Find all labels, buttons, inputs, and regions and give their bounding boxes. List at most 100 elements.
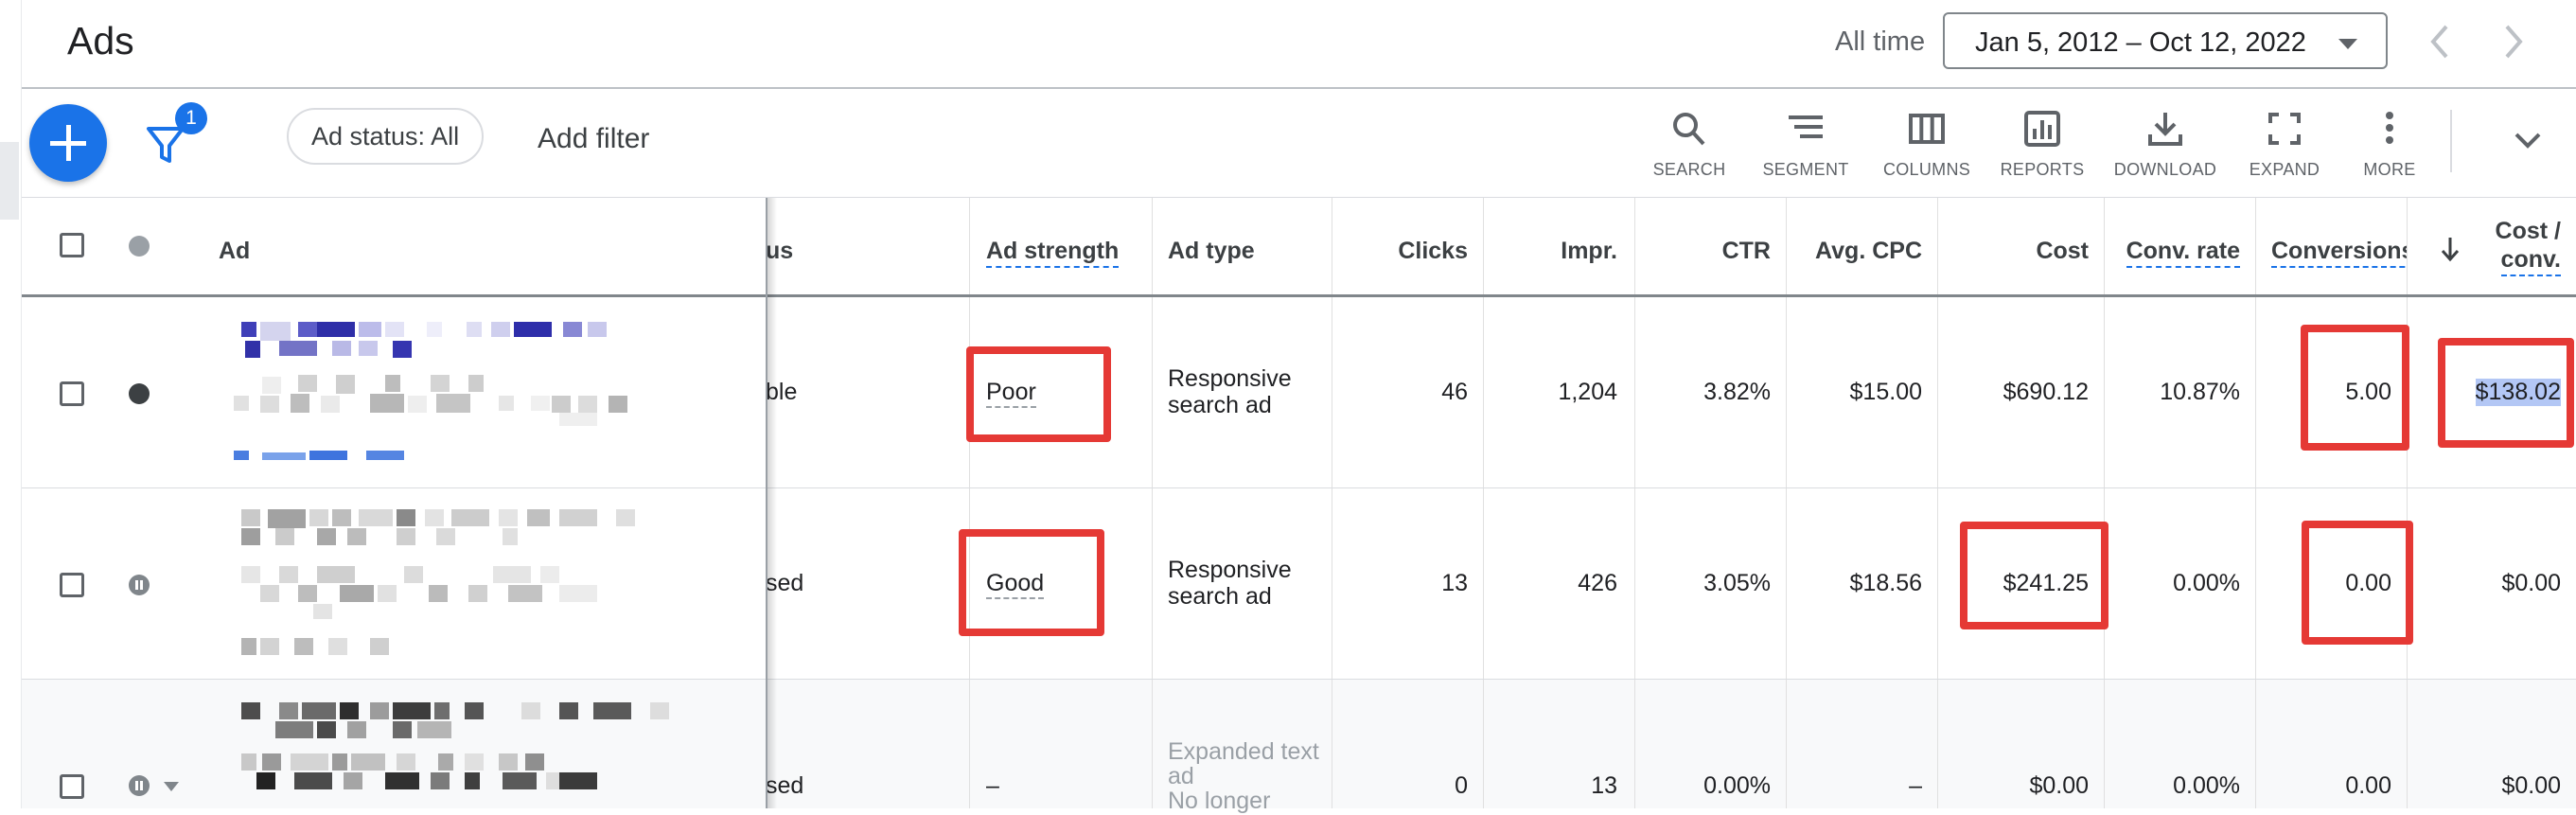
segment-button[interactable]: SEGMENT [1744, 110, 1867, 186]
conversions-value: 0.00 [2345, 772, 2391, 799]
download-icon [2148, 113, 2182, 146]
more-vert-icon [2386, 112, 2393, 144]
search-icon [1673, 113, 1705, 146]
toolbar-divider [2450, 110, 2452, 172]
header-conv-rate[interactable]: Conv. rate [2126, 238, 2240, 268]
header-ad-type[interactable]: Ad type [1168, 238, 1255, 265]
ctr-value: 3.05% [1703, 570, 1771, 596]
ctr-value: 0.00% [1703, 772, 1771, 799]
header-ad[interactable]: Ad [219, 238, 250, 265]
clicks-value: 46 [1441, 379, 1468, 405]
impr-value: 13 [1591, 772, 1617, 799]
header-cost[interactable]: Cost [2036, 238, 2089, 265]
status-dot-icon [129, 236, 150, 257]
table-header-row: Ad us Ad strength Ad type Clicks Impr. C… [22, 198, 2576, 297]
impr-value: 1,204 [1558, 379, 1617, 405]
paused-icon [129, 775, 150, 796]
ad-type-line2: ad [1168, 763, 1194, 789]
avg-cpc-value: – [1909, 772, 1922, 799]
left-rail-tab[interactable] [0, 142, 19, 220]
cost-value: $0.00 [2029, 772, 2089, 799]
conv-rate-value: 0.00% [2173, 772, 2240, 799]
columns-label: COLUMNS [1882, 160, 1971, 179]
highlight-box-ad-strength-poor [966, 346, 1111, 442]
frozen-column-shadow [768, 198, 777, 808]
ad-preview-redacted[interactable] [219, 322, 720, 464]
highlight-box-cost [1960, 522, 2108, 629]
header-conversions[interactable]: Conversions [2271, 238, 2407, 268]
more-button[interactable]: MORE [2328, 110, 2451, 186]
date-range-label: All time [1835, 27, 1926, 57]
ad-type-line2: search ad [1168, 583, 1272, 610]
chevron-left-icon[interactable] [2424, 21, 2458, 62]
highlight-box-cost-per-conv [2438, 338, 2574, 448]
dropdown-caret-icon [2338, 39, 2357, 49]
header-ad-strength[interactable]: Ad strength [986, 238, 1120, 268]
ctr-value: 3.82% [1703, 379, 1771, 405]
columns-button[interactable]: COLUMNS [1865, 110, 1988, 186]
ad-type-line3: No longer [1168, 788, 1271, 814]
date-range-picker[interactable]: Jan 5, 2012 – Oct 12, 2022 [1943, 12, 2388, 69]
clicks-value: 13 [1441, 570, 1468, 596]
search-button[interactable]: SEARCH [1628, 110, 1751, 186]
reports-icon [2024, 111, 2060, 147]
conv-rate-value: 0.00% [2173, 570, 2240, 596]
columns-icon [1909, 114, 1945, 144]
highlight-box-conversions-row1 [2301, 325, 2409, 451]
ad-type-line1: Responsive [1168, 557, 1292, 583]
download-button[interactable]: DOWNLOAD [2104, 110, 2227, 186]
chevron-down-icon[interactable] [2514, 131, 2542, 150]
main-panel: Ads All time Jan 5, 2012 – Oct 12, 2022 … [22, 0, 2576, 814]
cost-per-conv-value: $0.00 [2501, 570, 2561, 596]
avg-cpc-value: $15.00 [1849, 379, 1922, 405]
table-row[interactable]: sed Good Responsive search ad 13 426 3.0… [22, 488, 2576, 680]
chevron-right-icon[interactable] [2496, 21, 2530, 62]
table-row[interactable]: sed – Expanded text ad No longer 0 13 0.… [22, 680, 2576, 814]
highlight-box-ad-strength-good [959, 529, 1104, 636]
row-checkbox[interactable] [60, 381, 84, 406]
sort-descending-icon[interactable] [2440, 236, 2461, 262]
cost-per-conv-value: $0.00 [2501, 772, 2561, 799]
expand-icon [2268, 113, 2301, 145]
impr-value: 426 [1578, 570, 1617, 596]
header-cost-conv-line1[interactable]: Cost / [2496, 218, 2561, 245]
download-label: DOWNLOAD [2113, 160, 2217, 179]
header-ctr[interactable]: CTR [1722, 238, 1771, 265]
header-impr[interactable]: Impr. [1561, 238, 1617, 265]
row-checkbox[interactable] [60, 573, 84, 597]
status-enabled-dot-icon [129, 383, 150, 404]
select-all-checkbox[interactable] [60, 233, 84, 257]
header-avg-cpc[interactable]: Avg. CPC [1815, 238, 1922, 265]
date-range-value: Jan 5, 2012 – Oct 12, 2022 [1975, 27, 2306, 58]
frozen-column-divider [766, 198, 768, 808]
search-label: SEARCH [1652, 160, 1726, 179]
clicks-value: 0 [1455, 772, 1468, 799]
highlight-box-conversions-row2 [2302, 521, 2413, 645]
add-filter-button[interactable]: Add filter [538, 123, 649, 155]
ad-strength-value: – [986, 772, 999, 799]
ads-table: Ad us Ad strength Ad type Clicks Impr. C… [22, 198, 2576, 814]
ad-type-line2: search ad [1168, 392, 1272, 418]
left-rail [0, 0, 22, 808]
segment-icon [1789, 115, 1823, 138]
filter-count-badge: 1 [175, 102, 207, 134]
row-checkbox[interactable] [60, 774, 84, 799]
ad-status-filter-chip[interactable]: Ad status: All [287, 108, 485, 165]
expand-row-caret-icon[interactable] [162, 780, 181, 793]
reports-label: REPORTS [2000, 160, 2085, 179]
reports-button[interactable]: REPORTS [1981, 110, 2104, 186]
page-header: Ads All time Jan 5, 2012 – Oct 12, 2022 [22, 0, 2576, 89]
table-toolbar: 1 Ad status: All Add filter SEARCH SEGME… [22, 89, 2576, 198]
table-row[interactable]: ble Poor Responsive search ad 46 1,204 3… [22, 297, 2576, 488]
conv-rate-value: 10.87% [2160, 379, 2240, 405]
paused-icon [129, 575, 150, 595]
header-clicks[interactable]: Clicks [1398, 238, 1468, 265]
more-label: MORE [2363, 160, 2416, 179]
page-title: Ads [67, 19, 134, 62]
header-cost-conv-line2[interactable]: conv. [2500, 246, 2561, 276]
segment-label: SEGMENT [1762, 160, 1849, 179]
ad-preview-redacted[interactable] [219, 702, 720, 808]
ad-preview-redacted[interactable] [219, 509, 720, 661]
avg-cpc-value: $18.56 [1849, 570, 1922, 596]
add-ad-button[interactable] [29, 104, 107, 182]
